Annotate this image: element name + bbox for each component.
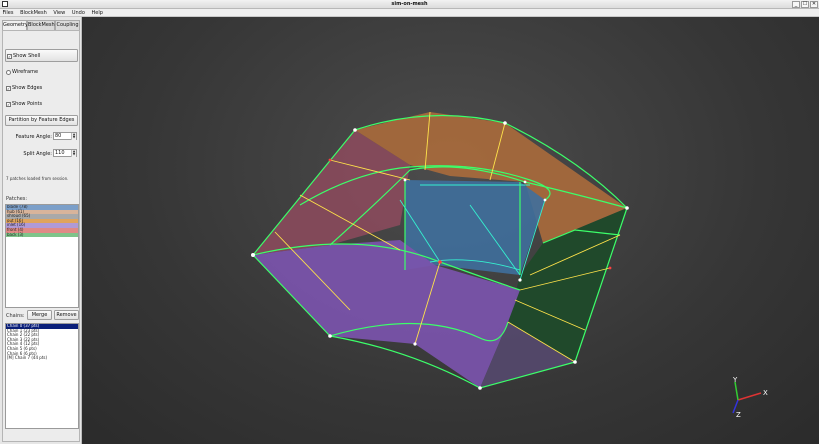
feature-angle-value: 80 xyxy=(55,133,62,139)
3d-viewport[interactable]: X Y Z xyxy=(83,17,819,444)
z-axis-label: Z xyxy=(736,411,741,419)
show-shell-frame: ✓ Show Shell xyxy=(5,49,78,62)
radio-icon xyxy=(6,69,11,75)
list-item[interactable]: back (3) xyxy=(6,232,78,238)
checkmark-icon: ✓ xyxy=(7,53,12,59)
close-button[interactable]: ✕ xyxy=(810,1,818,8)
y-axis-label: Y xyxy=(732,377,738,384)
patches-label: Patches: xyxy=(6,196,28,202)
checkmark-icon: ✓ xyxy=(6,101,11,107)
show-shell-checkbox[interactable]: ✓ Show Shell xyxy=(7,53,40,59)
tab-bar: Geometry BlockMesh Coupling xyxy=(2,20,80,31)
tab-blockmesh[interactable]: BlockMesh xyxy=(27,20,55,30)
menu-blockmesh[interactable]: BlockMesh xyxy=(18,9,50,17)
menu-view[interactable]: View xyxy=(51,9,68,17)
tab-coupling[interactable]: Coupling xyxy=(55,20,80,30)
list-item[interactable]: [M] Chain 7 (44 pts) xyxy=(6,356,78,361)
menubar: Files BlockMesh View Undo Help xyxy=(0,9,819,17)
window-title: sim-on-mesh xyxy=(391,1,428,7)
show-edges-checkbox[interactable]: ✓ Show Edges xyxy=(6,85,42,91)
spin-arrows-icon[interactable]: ▲ ▼ xyxy=(71,133,76,140)
split-angle-spinbox[interactable]: 110 ▲ ▼ xyxy=(53,149,77,157)
remove-button[interactable]: Remove xyxy=(54,310,79,320)
partition-button[interactable]: Partition by Feature Edges xyxy=(5,115,78,126)
minimize-button[interactable]: _ xyxy=(792,1,800,8)
chains-list[interactable]: Chain 0 (37 pts) Chain 1 (23 pts) Chain … xyxy=(5,323,79,429)
maximize-button[interactable]: ☐ xyxy=(801,1,809,8)
show-shell-label: Show Shell xyxy=(13,53,41,59)
feature-angle-label: Feature Angle: xyxy=(15,134,52,140)
show-points-checkbox[interactable]: ✓ Show Points xyxy=(6,101,42,107)
wireframe-radio[interactable]: Wireframe xyxy=(6,69,38,75)
spin-arrows-icon[interactable]: ▲ ▼ xyxy=(71,150,76,157)
show-edges-label: Show Edges xyxy=(12,85,43,91)
x-axis-label: X xyxy=(763,389,768,397)
wireframe-label: Wireframe xyxy=(12,69,39,75)
checkmark-icon: ✓ xyxy=(6,85,11,91)
y-axis-line xyxy=(734,381,739,401)
menu-undo[interactable]: Undo xyxy=(69,9,87,17)
split-angle-value: 110 xyxy=(55,150,65,156)
split-angle-label: Split Angle: xyxy=(23,151,52,157)
x-axis-line xyxy=(737,392,762,401)
patches-list[interactable]: blade (78) hub (61) shroud (65) out (16)… xyxy=(5,204,79,308)
merge-button[interactable]: Merge xyxy=(27,310,52,320)
chains-label: Chains: xyxy=(6,313,25,319)
status-note: 7 patches loaded from session. xyxy=(6,176,69,181)
side-panel: Geometry BlockMesh Coupling ✓ Show Shell… xyxy=(0,17,82,444)
menu-help[interactable]: Help xyxy=(89,9,105,17)
feature-angle-spinbox[interactable]: 80 ▲ ▼ xyxy=(53,132,77,140)
show-points-label: Show Points xyxy=(12,101,43,107)
menu-files[interactable]: Files xyxy=(0,9,16,17)
mesh-render xyxy=(251,111,629,390)
geometry-tab-body: ✓ Show Shell Wireframe ✓ Show Edges ✓ Sh… xyxy=(2,30,80,442)
window-titlebar: sim-on-mesh _ ☐ ✕ xyxy=(0,0,819,9)
orientation-axes: X Y Z xyxy=(732,377,768,419)
